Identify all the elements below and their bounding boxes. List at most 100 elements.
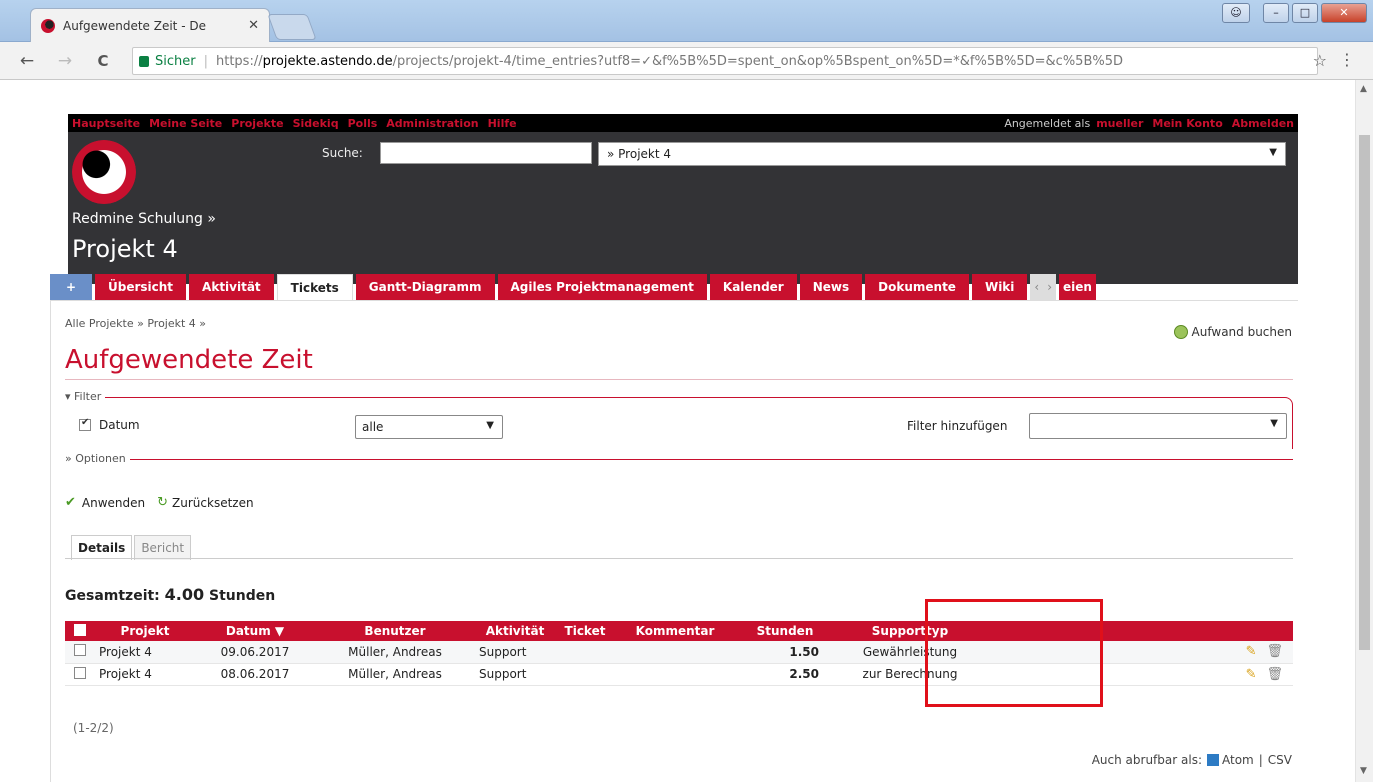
cell-ticket	[555, 663, 615, 686]
add-filter-select[interactable]: ▼	[1029, 413, 1287, 439]
filter-datum-label: Datum	[99, 418, 140, 432]
total-value: 4.00	[164, 585, 205, 604]
tab-agile[interactable]: Agiles Projektmanagement	[497, 274, 707, 300]
tab-gantt[interactable]: Gantt-Diagramm	[355, 274, 495, 300]
time-entries-table: Projekt Datum ▼ Benutzer Aktivität Ticke…	[65, 621, 1293, 686]
tab-close-icon[interactable]: ✕	[248, 18, 259, 33]
tabs-scroll-right-icon[interactable]: ›	[1043, 274, 1057, 300]
cell-project[interactable]: Projekt 4	[95, 663, 195, 686]
tabs-scroll-left-icon[interactable]: ‹	[1030, 274, 1044, 300]
chevron-down-icon: ▼	[1269, 147, 1277, 158]
cell-user[interactable]: Müller, Andreas	[315, 641, 475, 664]
top-menu-home[interactable]: Hauptseite	[72, 117, 140, 130]
bookmark-star-icon[interactable]: ☆	[1313, 51, 1327, 70]
edit-pencil-icon[interactable]: ✎	[1246, 644, 1257, 659]
tab-tickets[interactable]: Tickets	[276, 274, 353, 300]
export-label: Auch abrufbar als:	[1091, 753, 1202, 767]
tab-wiki[interactable]: Wiki	[971, 274, 1028, 300]
tab-report[interactable]: Bericht	[134, 535, 192, 560]
table-row[interactable]: Projekt 4 08.06.2017 Müller, Andreas Sup…	[65, 663, 1293, 686]
cell-comment	[615, 663, 735, 686]
new-tab-button[interactable]	[267, 14, 317, 40]
top-menu-my-page[interactable]: Meine Seite	[149, 117, 222, 130]
delete-trash-icon[interactable]: 🗑	[1266, 644, 1283, 659]
view-tabs-divider	[65, 558, 1293, 559]
browser-titlebar: Aufgewendete Zeit - De ✕ ☺ – □ ✕	[0, 0, 1373, 42]
tab-calendar[interactable]: Kalender	[709, 274, 797, 300]
col-hours[interactable]: Stunden	[735, 621, 835, 641]
logo-icon	[72, 140, 136, 204]
col-comment[interactable]: Kommentar	[615, 621, 735, 641]
col-user[interactable]: Benutzer	[315, 621, 475, 641]
scroll-up-icon[interactable]: ▲	[1360, 84, 1367, 94]
view-tabs: Details Bericht	[71, 535, 193, 560]
top-menu-administration[interactable]: Administration	[386, 117, 478, 130]
parent-project-crumb[interactable]: Redmine Schulung »	[72, 211, 216, 227]
reload-icon[interactable]: C	[90, 52, 116, 70]
main-content: Alle Projekte » Projekt 4 » Aufwand buch…	[50, 301, 1298, 782]
close-window-icon[interactable]: ✕	[1321, 3, 1367, 23]
tab-activity[interactable]: Aktivität	[189, 274, 274, 300]
col-date[interactable]: Datum ▼	[195, 621, 315, 641]
project-title: Projekt 4	[72, 235, 178, 263]
tab-details[interactable]: Details	[71, 535, 133, 560]
cell-user[interactable]: Müller, Andreas	[315, 663, 475, 686]
cell-comment	[615, 641, 735, 664]
filter-datum-operator-value: alle	[362, 420, 384, 434]
minimize-icon[interactable]: –	[1263, 3, 1289, 23]
back-icon[interactable]: ←	[14, 51, 40, 71]
export-csv-link[interactable]: CSV	[1268, 753, 1292, 767]
top-menu-projects[interactable]: Projekte	[231, 117, 283, 130]
log-time-button[interactable]: Aufwand buchen	[1173, 325, 1292, 339]
row-checkbox[interactable]	[65, 663, 95, 686]
breadcrumb[interactable]: Alle Projekte » Projekt 4 »	[65, 317, 206, 330]
scrollbar-thumb[interactable]	[1359, 135, 1370, 650]
project-header: Suche: » Projekt 4 ▼ Redmine Schulung » …	[68, 132, 1298, 284]
reset-button[interactable]: Zurücksetzen	[172, 496, 254, 510]
cell-hours: 1.50	[735, 641, 835, 664]
edit-pencil-icon[interactable]: ✎	[1246, 667, 1257, 682]
apply-button[interactable]: Anwenden	[82, 496, 145, 510]
cell-project[interactable]: Projekt 4	[95, 641, 195, 664]
top-menu-sidekiq[interactable]: Sidekiq	[293, 117, 339, 130]
row-checkbox[interactable]	[65, 641, 95, 664]
options-fieldset: » Optionen	[65, 452, 1293, 465]
tab-overview[interactable]: Übersicht	[95, 274, 187, 300]
col-ticket[interactable]: Ticket	[555, 621, 615, 641]
cell-date: 09.06.2017	[195, 641, 315, 664]
delete-trash-icon[interactable]: 🗑	[1266, 667, 1283, 682]
user-link[interactable]: mueller	[1096, 117, 1143, 130]
search-input[interactable]	[380, 142, 592, 164]
tab-new-object[interactable]: +	[50, 274, 92, 300]
address-bar-row: ← → C Sicher | https:// projekte.astendo…	[0, 42, 1373, 80]
checkmark-icon: ✔	[65, 495, 76, 510]
browser-menu-icon[interactable]: ⋮	[1339, 50, 1355, 69]
tab-news[interactable]: News	[799, 274, 863, 300]
lock-icon	[139, 55, 149, 67]
filter-datum-operator-select[interactable]: alle ▼	[355, 415, 503, 439]
url-input[interactable]: Sicher | https:// projekte.astendo.de /p…	[132, 47, 1318, 75]
title-divider	[65, 379, 1293, 380]
scroll-down-icon[interactable]: ▼	[1360, 766, 1367, 776]
col-activity[interactable]: Aktivität	[475, 621, 555, 641]
export-atom-link[interactable]: Atom	[1222, 753, 1254, 767]
maximize-icon[interactable]: □	[1292, 3, 1318, 23]
browser-tab[interactable]: Aufgewendete Zeit - De ✕	[30, 8, 270, 42]
options-legend[interactable]: » Optionen	[65, 452, 130, 465]
forward-icon[interactable]: →	[52, 51, 78, 71]
reload-icon: ↻	[157, 495, 169, 510]
col-project[interactable]: Projekt	[95, 621, 195, 641]
logout-link[interactable]: Abmelden	[1232, 117, 1294, 130]
tab-documents[interactable]: Dokumente	[865, 274, 969, 300]
page-scrollbar[interactable]: ▲ ▼	[1355, 80, 1373, 782]
project-jump-select[interactable]: » Projekt 4 ▼	[598, 142, 1286, 166]
filter-legend[interactable]: ▾ Filter	[65, 390, 106, 403]
top-menu-help[interactable]: Hilfe	[488, 117, 517, 130]
table-row[interactable]: Projekt 4 09.06.2017 Müller, Andreas Sup…	[65, 641, 1293, 664]
select-all-checkbox[interactable]	[65, 621, 95, 641]
top-menu-polls[interactable]: Polls	[348, 117, 378, 130]
profile-icon[interactable]: ☺	[1222, 3, 1250, 23]
my-account-link[interactable]: Mein Konto	[1152, 117, 1222, 130]
tab-files-partial[interactable]: eien	[1059, 274, 1096, 300]
filter-datum-checkbox[interactable]	[79, 417, 91, 431]
